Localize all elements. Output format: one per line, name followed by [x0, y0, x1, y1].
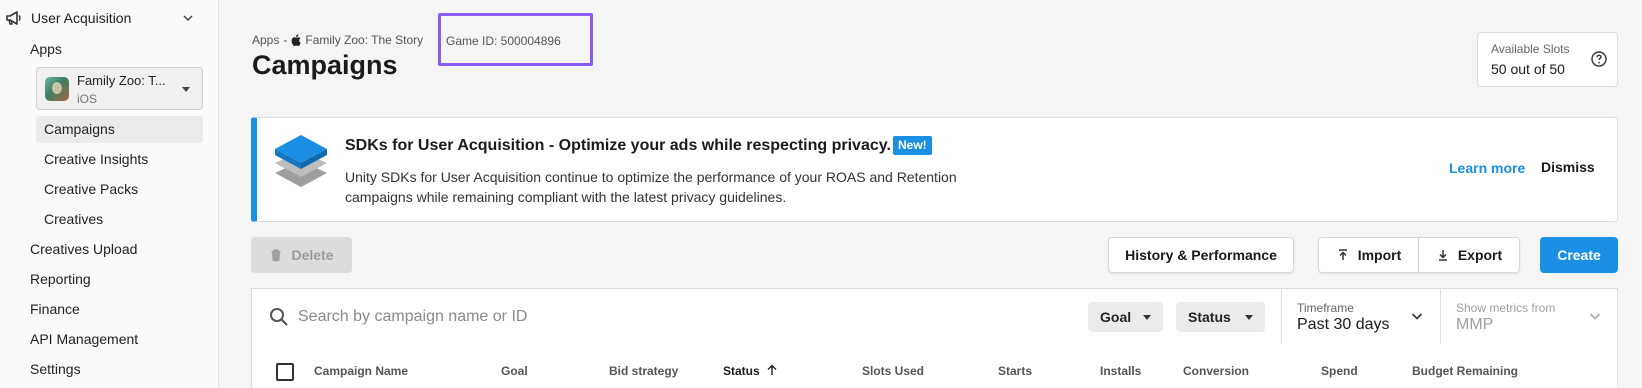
column-header-goal[interactable]: Goal [501, 364, 528, 378]
column-header-status[interactable]: Status [723, 364, 778, 378]
chevron-down-icon [1411, 313, 1423, 320]
delete-button[interactable]: Delete [251, 237, 352, 273]
table-header: Campaign Name Goal Bid strategy Status S… [251, 344, 1618, 388]
select-all-checkbox[interactable] [276, 363, 294, 381]
column-header-spend[interactable]: Spend [1321, 364, 1358, 378]
trash-icon [271, 249, 281, 262]
sort-ascending-icon [767, 364, 777, 375]
sidebar: User Acquisition Apps Family Zoo: T... i… [0, 0, 219, 388]
metrics-source-value: MMP [1456, 316, 1494, 333]
history-performance-button[interactable]: History & Performance [1108, 237, 1294, 273]
sidebar-item-settings[interactable]: Settings [30, 361, 81, 377]
available-slots-card: Available Slots 50 out of 50 [1477, 32, 1618, 87]
breadcrumb: Apps - Family Zoo: The Story [252, 33, 423, 47]
timeframe-label: Timeframe [1297, 301, 1354, 315]
breadcrumb-separator: - [283, 33, 288, 47]
sidebar-item-creative-packs[interactable]: Creative Packs [44, 181, 138, 197]
dismiss-button[interactable]: Dismiss [1541, 159, 1595, 175]
new-badge: New! [893, 136, 932, 155]
column-header-conversion[interactable]: Conversion [1183, 364, 1249, 378]
filter-bar: Goal Status Timeframe Past 30 days Show … [251, 288, 1618, 345]
search-input[interactable] [298, 304, 998, 330]
caret-down-icon [182, 87, 190, 92]
metrics-source-dropdown[interactable]: Show metrics from MMP [1441, 289, 1618, 345]
help-icon[interactable] [1591, 51, 1607, 67]
timeframe-value: Past 30 days [1297, 316, 1390, 333]
available-slots-value: 50 out of 50 [1491, 61, 1565, 77]
caret-down-icon [1245, 315, 1253, 320]
timeframe-dropdown[interactable]: Timeframe Past 30 days [1282, 289, 1440, 345]
column-header-installs[interactable]: Installs [1100, 364, 1141, 378]
column-header-starts[interactable]: Starts [998, 364, 1032, 378]
sidebar-section-user-acquisition[interactable]: User Acquisition [0, 6, 218, 30]
sidebar-item-apps[interactable]: Apps [30, 41, 62, 57]
banner-text: Unity SDKs for User Acquisition continue… [345, 169, 957, 205]
breadcrumb-app-name: Family Zoo: The Story [305, 33, 424, 47]
sidebar-item-creative-insights[interactable]: Creative Insights [44, 151, 148, 167]
status-filter[interactable]: Status [1176, 302, 1265, 332]
column-header-bid-strategy[interactable]: Bid strategy [609, 364, 678, 378]
column-header-slots-used[interactable]: Slots Used [862, 364, 924, 378]
delete-button-label: Delete [291, 247, 334, 263]
import-button[interactable]: Import [1318, 237, 1419, 273]
apple-icon [291, 34, 302, 46]
banner-title: SDKs for User Acquisition - Optimize you… [345, 137, 891, 154]
sidebar-item-creatives[interactable]: Creatives [44, 211, 103, 227]
sidebar-item-campaigns[interactable]: Campaigns [44, 121, 115, 137]
column-header-status-label: Status [723, 364, 760, 378]
app-selector[interactable]: Family Zoo: T... iOS [36, 67, 203, 110]
app-selector-name: Family Zoo: T... [77, 73, 166, 88]
breadcrumb-apps-link[interactable]: Apps [252, 33, 279, 47]
upload-icon [1338, 249, 1347, 260]
layers-stack-icon [275, 135, 327, 187]
page-title: Campaigns [252, 50, 398, 80]
learn-more-link[interactable]: Learn more [1449, 160, 1525, 176]
download-icon [1438, 250, 1447, 261]
goal-filter-label: Goal [1100, 309, 1132, 325]
sidebar-item-creatives-upload[interactable]: Creatives Upload [30, 241, 137, 257]
status-filter-label: Status [1188, 309, 1231, 325]
create-button[interactable]: Create [1540, 237, 1618, 273]
import-button-label: Import [1357, 247, 1402, 263]
metrics-source-label: Show metrics from [1456, 301, 1556, 315]
export-button[interactable]: Export [1419, 237, 1520, 273]
app-icon [45, 77, 69, 101]
column-header-campaign-name[interactable]: Campaign Name [314, 364, 408, 378]
export-button-label: Export [1457, 247, 1503, 263]
sidebar-item-reporting[interactable]: Reporting [30, 271, 91, 287]
sidebar-item-finance[interactable]: Finance [30, 301, 80, 317]
sidebar-section-label: User Acquisition [31, 10, 132, 26]
available-slots-label: Available Slots [1491, 42, 1570, 56]
goal-filter[interactable]: Goal [1088, 302, 1163, 332]
privacy-banner: SDKs for User Acquisition - Optimize you… [251, 117, 1618, 222]
app-selector-platform: iOS [77, 92, 98, 106]
chevron-down-icon [1589, 313, 1601, 320]
chevron-down-icon[interactable] [180, 10, 196, 26]
megaphone-icon [6, 11, 21, 25]
column-header-budget-remaining[interactable]: Budget Remaining [1412, 364, 1518, 378]
sidebar-item-api-management[interactable]: API Management [30, 331, 138, 347]
caret-down-icon [1143, 315, 1151, 320]
game-id: Game ID: 500004896 [446, 34, 561, 48]
search-icon [270, 308, 288, 326]
